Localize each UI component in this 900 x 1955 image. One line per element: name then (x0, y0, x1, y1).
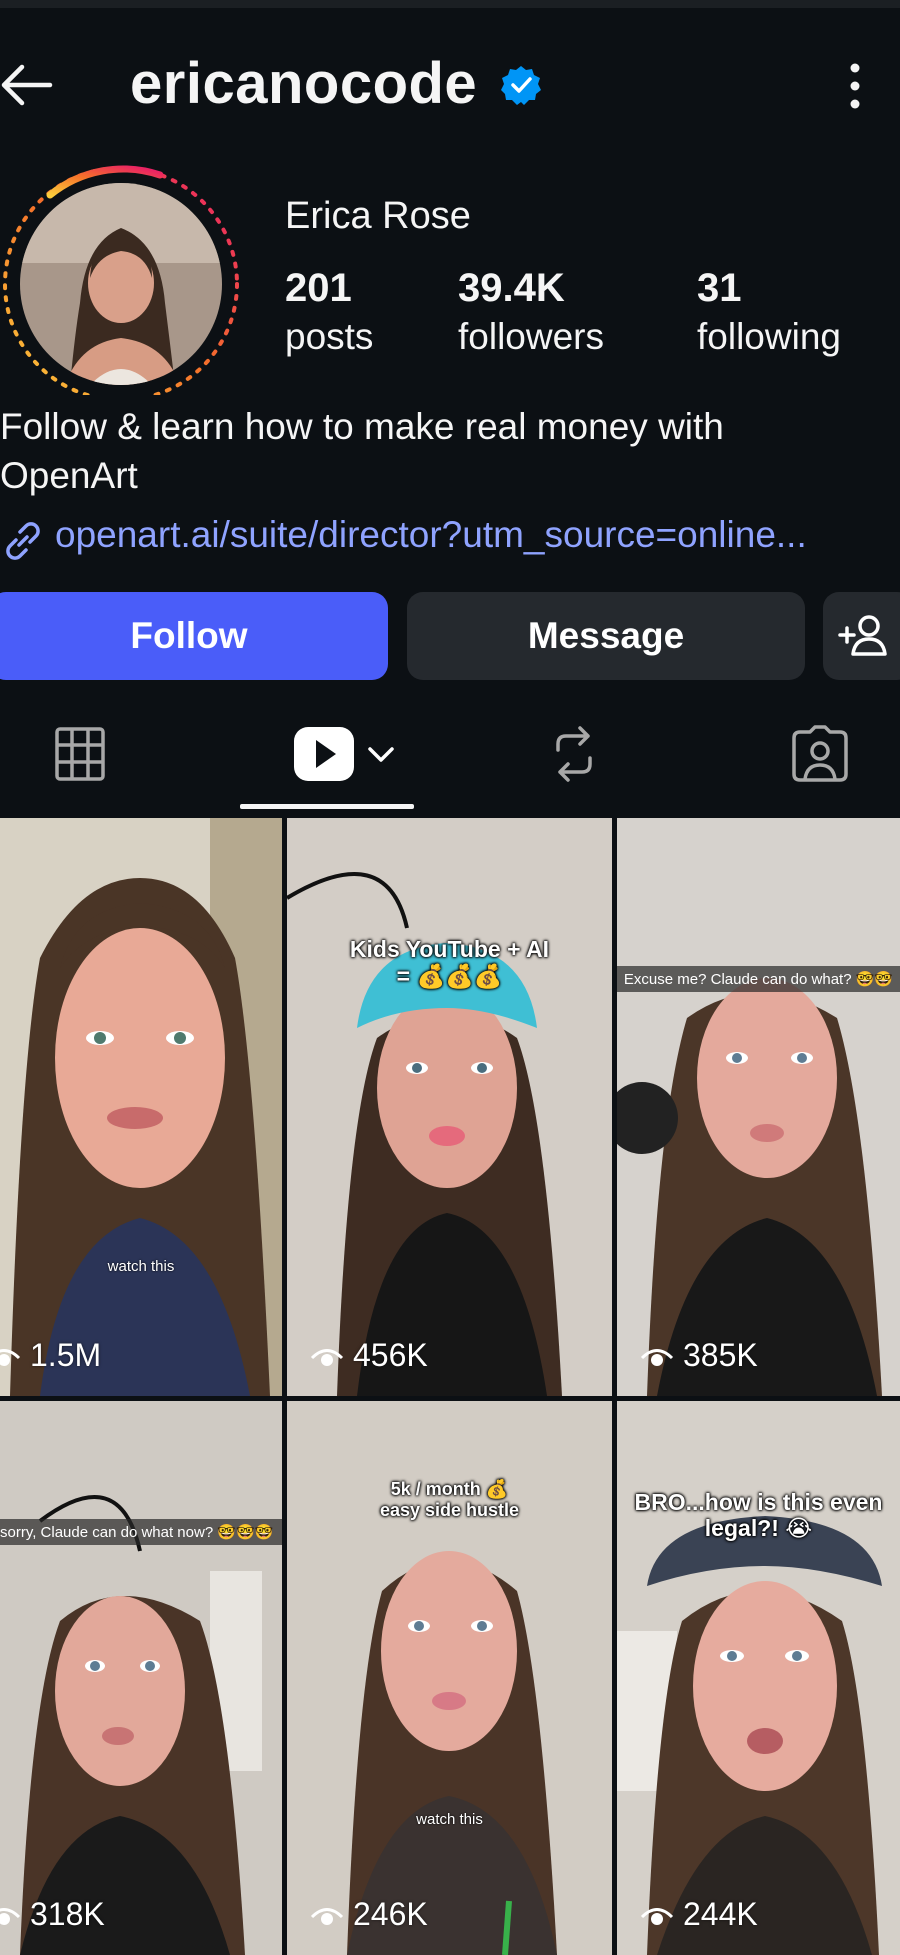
tab-reposts[interactable] (524, 700, 624, 808)
view-count-text: 1.5M (30, 1337, 102, 1373)
chevron-down-icon (368, 747, 394, 762)
following-stat[interactable]: 31 following (697, 268, 841, 355)
tab-tagged[interactable] (770, 700, 870, 808)
repost-icon (556, 726, 592, 782)
reels-icon (294, 727, 354, 781)
reel-view-count: 318K (0, 1896, 105, 1933)
reel-subtitle: watch this (416, 1811, 483, 1828)
reel-thumbnail[interactable]: BRO...how is this even legal?! 😭 244K (617, 1401, 900, 1955)
reel-caption: sorry, Claude can do what now? 🤓🤓🤓 (0, 1519, 282, 1545)
message-button[interactable]: Message (407, 592, 805, 680)
followers-stat[interactable]: 39.4K followers (458, 268, 604, 355)
more-options-button[interactable] (840, 58, 870, 114)
add-person-icon (838, 615, 887, 656)
eye-icon (0, 1348, 21, 1366)
reel-thumbnail[interactable]: watch this 1.5M (0, 818, 282, 1396)
profile-avatar-with-story-ring[interactable] (0, 155, 240, 395)
posts-stat[interactable]: 201 posts (285, 268, 373, 355)
reel-thumbnail[interactable]: sorry, Claude can do what now? 🤓🤓🤓 318K (0, 1401, 282, 1955)
arrow-left-icon (1, 64, 53, 106)
reel-caption: BRO...how is this even legal?! 😭 (634, 1489, 883, 1541)
following-label: following (697, 316, 841, 357)
profile-display-name: Erica Rose (285, 195, 471, 237)
grid-icon (55, 727, 105, 781)
avatar (20, 183, 222, 385)
posts-count: 201 (285, 266, 352, 310)
view-count-text: 456K (353, 1337, 428, 1373)
eye-icon (640, 1907, 674, 1925)
eye-icon (310, 1348, 344, 1366)
bio-line: OpenArt (0, 455, 138, 496)
reel-caption: Excuse me? Claude can do what? 🤓🤓 (617, 966, 900, 992)
view-count-text: 318K (30, 1896, 105, 1932)
vertical-dots-icon (850, 63, 860, 109)
suggested-accounts-button[interactable] (823, 592, 900, 680)
reel-thumbnail[interactable]: Kids YouTube + AI = 💰💰💰 456K (287, 818, 612, 1396)
reel-view-count: 244K (639, 1896, 758, 1933)
link-icon (6, 522, 40, 560)
reel-thumbnail[interactable]: Excuse me? Claude can do what? 🤓🤓 385K (617, 818, 900, 1396)
followers-count: 39.4K (458, 266, 565, 310)
eye-icon (640, 1348, 674, 1366)
reel-view-count: 456K (309, 1337, 428, 1374)
view-count-text: 246K (353, 1896, 428, 1932)
profile-username: ericanocode (130, 51, 478, 116)
following-count: 31 (697, 266, 742, 310)
reel-caption: 5k / month 💰 easy side hustle (379, 1479, 520, 1520)
reel-subtitle: watch this (107, 1258, 175, 1275)
profile-tabs (0, 700, 900, 812)
profile-link[interactable]: openart.ai/suite/director?utm_source=onl… (0, 508, 900, 564)
eye-icon (310, 1907, 344, 1925)
followers-label: followers (458, 316, 604, 357)
reel-view-count: 1.5M (0, 1337, 101, 1374)
profile-header: ericanocode (0, 30, 900, 140)
follow-button[interactable]: Follow (0, 592, 388, 680)
eye-icon (0, 1907, 21, 1925)
reel-thumbnail[interactable]: 5k / month 💰 easy side hustle watch this… (287, 1401, 612, 1955)
posts-label: posts (285, 316, 374, 357)
tab-reels[interactable] (280, 700, 410, 808)
active-tab-indicator (240, 804, 414, 809)
bio-line: Follow & learn how to make real money wi… (0, 406, 724, 447)
reel-view-count: 246K (309, 1896, 428, 1933)
reel-view-count: 385K (639, 1337, 758, 1374)
reel-caption: Kids YouTube + AI = 💰💰💰 (349, 936, 550, 989)
profile-link-text[interactable]: openart.ai/suite/director?utm_source=onl… (55, 514, 897, 556)
tab-posts-grid[interactable] (30, 700, 130, 808)
view-count-text: 244K (683, 1896, 758, 1932)
tagged-person-icon (792, 725, 848, 782)
status-bar (0, 0, 900, 8)
back-button[interactable] (0, 60, 60, 110)
profile-bio: Follow & learn how to make real money wi… (0, 402, 900, 500)
verified-badge-icon (501, 66, 541, 105)
view-count-text: 385K (683, 1337, 758, 1373)
